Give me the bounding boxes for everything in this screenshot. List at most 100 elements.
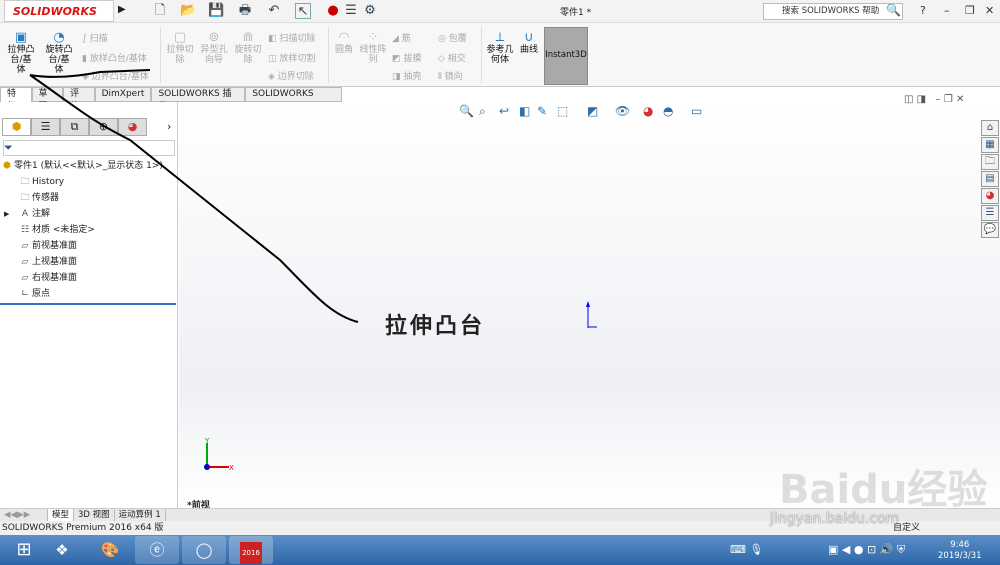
curves-button[interactable]: ∪ 曲线 xyxy=(517,31,541,55)
view-orientation-icon[interactable]: ⬚ xyxy=(557,104,568,118)
print-icon[interactable]: 🖶 xyxy=(237,3,253,19)
close-button[interactable]: ✕ xyxy=(985,4,994,17)
tree-item-right-plane[interactable]: ▱ 右视基准面 xyxy=(0,270,178,286)
sweep-cut-button[interactable]: ◧ 扫描切除 xyxy=(268,31,315,44)
mirror-button[interactable]: ⫴ 镜向 xyxy=(438,69,463,82)
view-palette-icon[interactable]: ▤ xyxy=(981,171,999,187)
expand-menu-arrow-icon[interactable]: ▶ xyxy=(118,4,126,15)
tab-motion-study[interactable]: 运动算例 1 xyxy=(115,509,166,521)
home-icon[interactable]: ⌂ xyxy=(981,120,999,136)
file-properties-icon[interactable]: ☰ xyxy=(343,3,359,19)
rib-button[interactable]: ◢ 筋 xyxy=(392,31,411,44)
wrap-button[interactable]: ◎ 包覆 xyxy=(438,31,467,44)
reference-geometry-button[interactable]: ⟂ 参考几何体 xyxy=(485,31,515,65)
sweep-button[interactable]: ∫ 扫描 xyxy=(82,31,108,44)
tree-item-material[interactable]: ☷ 材质 <未指定> xyxy=(0,222,178,238)
feature-manager-tab-icon[interactable]: ⬢ xyxy=(2,118,31,136)
forum-icon[interactable]: 💬 xyxy=(981,222,999,238)
browser-app-icon[interactable]: ⓔ xyxy=(135,536,179,564)
select-pointer-icon[interactable]: ↖ xyxy=(295,3,311,19)
status-text: SOLIDWORKS Premium 2016 x64 版 xyxy=(2,523,164,533)
help-search-input[interactable]: 搜索 SOLIDWORKS 帮助 xyxy=(763,3,903,20)
intersect-button[interactable]: ◇ 相交 xyxy=(438,51,466,64)
dimxpert-manager-tab-icon[interactable]: ⊕ xyxy=(89,118,118,136)
draft-button[interactable]: ◩ 拔模 xyxy=(392,51,421,64)
history-folder-icon: 🗀 xyxy=(20,177,30,187)
shell-button[interactable]: ◨ 抽壳 xyxy=(392,69,421,82)
system-tray-icons[interactable]: ▣ ◀ ● ⊡ 🔊 ⛨ xyxy=(828,543,905,557)
file-explorer-icon[interactable]: 🗀 xyxy=(981,154,999,170)
loft-button[interactable]: ▮ 放样凸台/基体 xyxy=(82,51,147,64)
save-icon[interactable]: 💾 xyxy=(208,3,224,19)
rollback-bar[interactable] xyxy=(0,303,176,305)
options-gear-icon[interactable]: ⚙ xyxy=(362,3,378,19)
custom-properties-icon[interactable]: ☰ xyxy=(981,205,999,221)
zoom-to-fit-icon[interactable]: 🔍 xyxy=(459,104,474,118)
configuration-manager-tab-icon[interactable]: ⧉ xyxy=(60,118,89,136)
hide-show-items-icon[interactable]: 👁 xyxy=(615,104,630,118)
previous-view-icon[interactable]: ↩ xyxy=(499,104,509,118)
filter-icon[interactable]: ⏷ xyxy=(3,140,175,156)
graphics-area[interactable]: 🔍 ⌕ ↩ ◧ ✎ ⬚ ◩ 👁 ◕ ◓ ▭ ◫ ◨ – ❐ ✕ YX *前视 B… xyxy=(179,94,1000,513)
tab-3d-views[interactable]: 3D 视图 xyxy=(74,509,115,521)
restore-button[interactable]: ❐ xyxy=(965,4,975,17)
property-manager-tab-icon[interactable]: ☰ xyxy=(31,118,60,136)
display-style-icon[interactable]: ◩ xyxy=(587,104,598,118)
sensor-folder-icon: 🗀 xyxy=(20,193,30,203)
boundary-cut-button[interactable]: ◈ 边界切除 xyxy=(268,69,314,82)
revolve-boss-button[interactable]: ◔ 旋转凸台/基体 xyxy=(44,30,74,75)
chevron-right-icon[interactable]: › xyxy=(167,120,171,133)
keyboard-mic-icon[interactable]: ⌨ 🎙 xyxy=(730,543,763,556)
revolve-icon: ◔ xyxy=(53,30,65,45)
open-file-icon[interactable]: 📂 xyxy=(180,3,196,19)
cloud-app-icon[interactable]: ◯ xyxy=(182,536,226,564)
tab-dimxpert[interactable]: DimXpert xyxy=(94,87,152,102)
paint-app-icon[interactable]: 🎨 xyxy=(88,536,132,564)
tab-addins[interactable]: SOLIDWORKS 插件 xyxy=(151,87,246,112)
taskbar-clock[interactable]: 9:46 2019/3/31 xyxy=(938,540,982,562)
solidworks-taskbar-button[interactable]: 2016 xyxy=(229,536,273,564)
divider xyxy=(160,27,161,83)
undo-icon[interactable]: ↶ xyxy=(266,3,282,19)
tab-evaluate[interactable]: 评估 xyxy=(63,87,95,112)
appearances-icon[interactable]: ◕ xyxy=(981,188,999,204)
units-dropdown[interactable]: 自定义 xyxy=(893,521,920,535)
linear-pattern-button[interactable]: ⁘ 线性阵列 xyxy=(358,31,388,65)
tab-sketch[interactable]: 草图 xyxy=(31,87,64,112)
tree-item-annotations[interactable]: ▶ A 注解 xyxy=(0,206,178,222)
apply-scene-icon[interactable]: ◓ xyxy=(663,104,673,118)
fillet-button[interactable]: ◠ 圆角 xyxy=(332,31,356,55)
rebuild-traffic-light-icon[interactable]: ● xyxy=(325,3,341,19)
tree-root-part[interactable]: ⬢ 零件1 (默认<<默认>_显示状态 1>) xyxy=(0,158,178,174)
zoom-area-icon[interactable]: ⌕ xyxy=(479,104,486,119)
window-controls[interactable]: ◫ ◨ – ❐ ✕ xyxy=(904,94,964,105)
tab-model[interactable]: 模型 xyxy=(48,509,75,521)
boundary-boss-button[interactable]: ◈ 边界凸台/基体 xyxy=(82,69,149,82)
app-shortcut-icon[interactable]: ❖ xyxy=(40,536,84,564)
search-icon[interactable]: 🔍 xyxy=(886,3,901,17)
tree-item-sensors[interactable]: 🗀 传感器 xyxy=(0,190,178,206)
dynamic-annotation-icon[interactable]: ✎ xyxy=(537,104,547,118)
display-manager-tab-icon[interactable]: ◕ xyxy=(118,118,147,136)
tab-mbd[interactable]: SOLIDWORKS MBD xyxy=(245,87,343,112)
view-settings-icon[interactable]: ▭ xyxy=(691,104,702,118)
extrude-cut-button[interactable]: ▢ 拉伸切除 xyxy=(165,31,195,65)
extrude-boss-button[interactable]: ▣ 拉伸凸台/基体 xyxy=(6,31,36,75)
new-file-icon[interactable]: 🗋 xyxy=(152,3,168,19)
tree-item-top-plane[interactable]: ▱ 上视基准面 xyxy=(0,254,178,270)
tab-scroll-arrows-icon[interactable]: ◀◀▶▶ xyxy=(0,509,48,521)
tab-features[interactable]: 特征 xyxy=(0,87,32,112)
tree-item-front-plane[interactable]: ▱ 前视基准面 xyxy=(0,238,178,254)
instant3d-button[interactable]: Instant3D xyxy=(544,27,588,85)
solidworks-logo[interactable]: SOLIDWORKS xyxy=(4,0,114,22)
tree-item-origin[interactable]: ∟ 原点 xyxy=(0,286,178,302)
minimize-button[interactable]: – xyxy=(944,4,950,17)
revolve-cut-button[interactable]: ⋒ 旋转切除 xyxy=(233,31,263,65)
section-view-icon[interactable]: ◧ xyxy=(519,104,530,118)
loft-cut-button[interactable]: ◫ 放样切割 xyxy=(268,51,315,64)
design-library-icon[interactable]: ▦ xyxy=(981,137,999,153)
edit-appearance-icon[interactable]: ◕ xyxy=(643,104,653,118)
hole-wizard-button[interactable]: ⊚ 异型孔向导 xyxy=(199,31,229,65)
tree-item-history[interactable]: 🗀 History xyxy=(0,174,178,190)
help-icon[interactable]: ? xyxy=(920,4,926,17)
